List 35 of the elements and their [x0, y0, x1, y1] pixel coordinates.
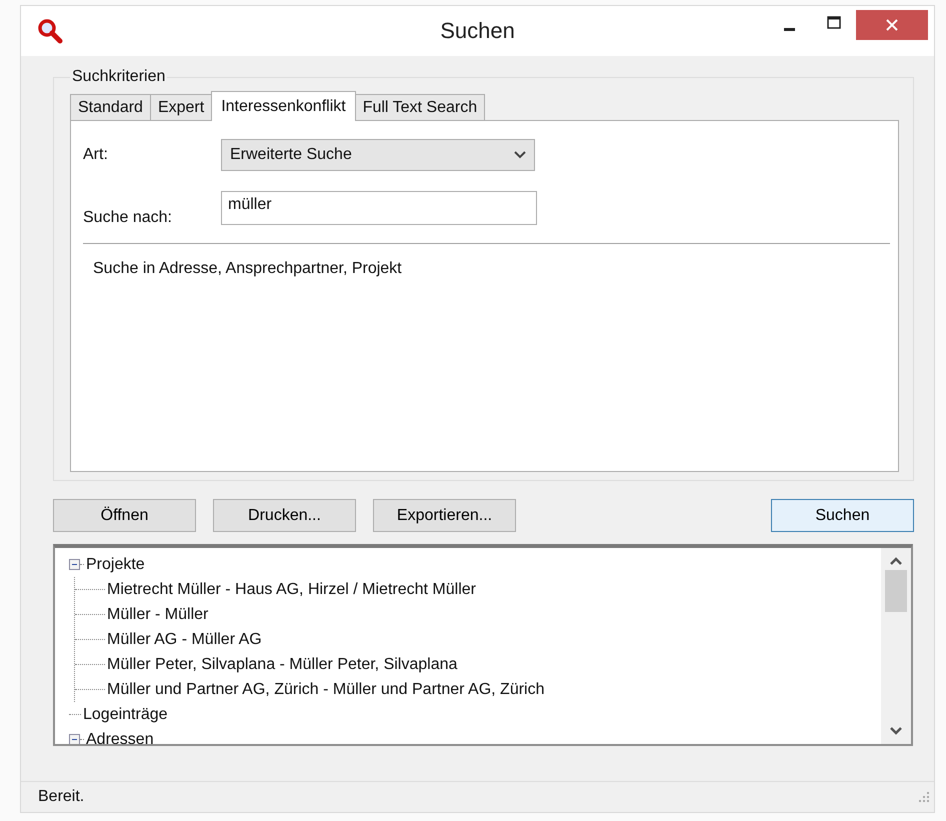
tree-item[interactable]: Mietrecht Müller - Haus AG, Hirzel / Mietrecht Müller [107, 580, 476, 598]
hint-text: Suche in Adresse, Ansprechpartner, Projekt [93, 260, 403, 278]
tree-item[interactable]: Müller AG - Müller AG [107, 630, 262, 648]
collapse-icon[interactable] [69, 559, 80, 570]
tree-item[interactable]: Müller Peter, Silvaplana - Müller Peter, Silvaplana [107, 656, 458, 674]
tree-item[interactable]: Logeinträge [83, 706, 168, 724]
search-icon [37, 18, 63, 44]
tab[interactable]: Full Text Search [354, 94, 486, 120]
push-button[interactable]: Exportieren... [373, 499, 516, 532]
chevron-up-icon[interactable] [889, 556, 903, 566]
tree-item[interactable]: Müller und Partner AG, Zürich - Müller und Partner AG, Zürich [107, 680, 544, 698]
resize-grip-icon[interactable] [918, 791, 930, 803]
push-button[interactable]: Drucken... [213, 499, 356, 532]
scroll-thumb[interactable] [885, 570, 907, 612]
chevron-down-icon[interactable] [889, 726, 903, 736]
push-button[interactable]: Öffnen [53, 499, 196, 532]
chevron-down-icon [514, 151, 526, 159]
search-field[interactable]: müller [221, 191, 537, 225]
close-button[interactable] [856, 10, 928, 40]
tree-item[interactable]: Müller - Müller [107, 606, 208, 624]
window-title: Suchen [440, 18, 515, 43]
status-text: Bereit. [38, 788, 84, 806]
tab[interactable]: Expert [150, 94, 212, 120]
group-title: Suchkriterien [71, 68, 166, 86]
tree-item[interactable]: Projekte [86, 556, 145, 574]
tab[interactable]: Standard [70, 94, 151, 120]
dropdown[interactable]: Erweiterte Suche [221, 139, 535, 171]
scrollbar[interactable] [881, 548, 911, 744]
tab[interactable]: Interessenkonflikt [211, 91, 356, 121]
field-label: Art: [83, 146, 109, 164]
field-label: Suche nach: [83, 209, 173, 227]
tree-item[interactable]: Adressen [86, 730, 154, 744]
push-button[interactable]: Suchen [771, 499, 914, 532]
close-icon [885, 18, 899, 32]
collapse-icon[interactable] [69, 734, 80, 744]
